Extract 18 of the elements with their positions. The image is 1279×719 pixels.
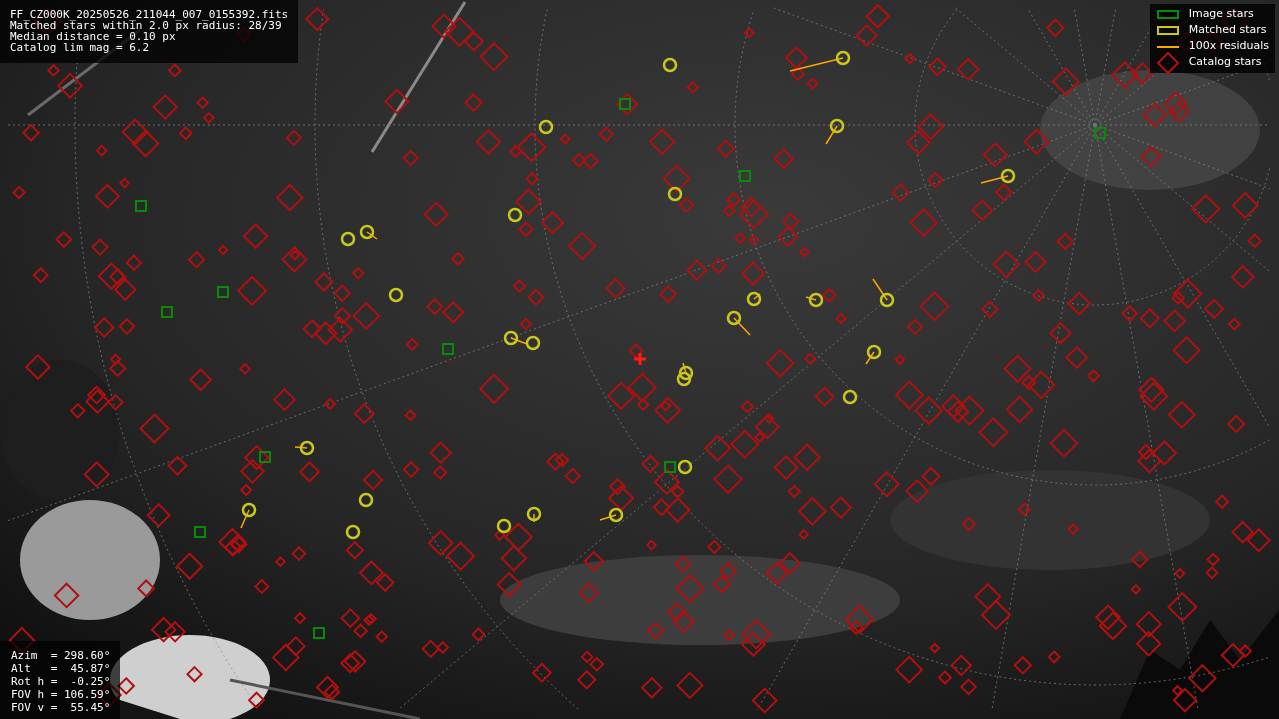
image-star-swatch-icon [1156,10,1179,19]
info-text: FF_CZ000K_20250526_211044_007_0155392.fits [10,9,289,20]
legend-label: Matched stars [1188,22,1267,39]
pointing-text: Rot h = -0.25° [11,676,111,687]
pointing-text: Alt = 45.87° [11,663,111,674]
residual-line-swatch-icon [1156,45,1179,48]
legend-label: Catalog stars [1188,54,1262,71]
legend-label: 100x residuals [1188,38,1269,55]
pointing-text: FOV h = 106.59° [11,689,111,700]
info-text: Catalog lim mag = 6.2 [10,42,151,53]
legend-label: Image stars [1188,6,1254,23]
matched-star-swatch-icon [1156,26,1179,35]
pointing-text: Azim = 298.60° [11,650,111,661]
catalog-star-swatch-icon [1156,51,1179,74]
center-cross-icon [634,353,646,365]
info-text: Matched stars within 2.0 px radius: 28/39 [10,20,282,31]
info-text: Median distance = 0.10 px [10,31,176,42]
pointing-text: FOV v = 55.45° [11,702,111,713]
